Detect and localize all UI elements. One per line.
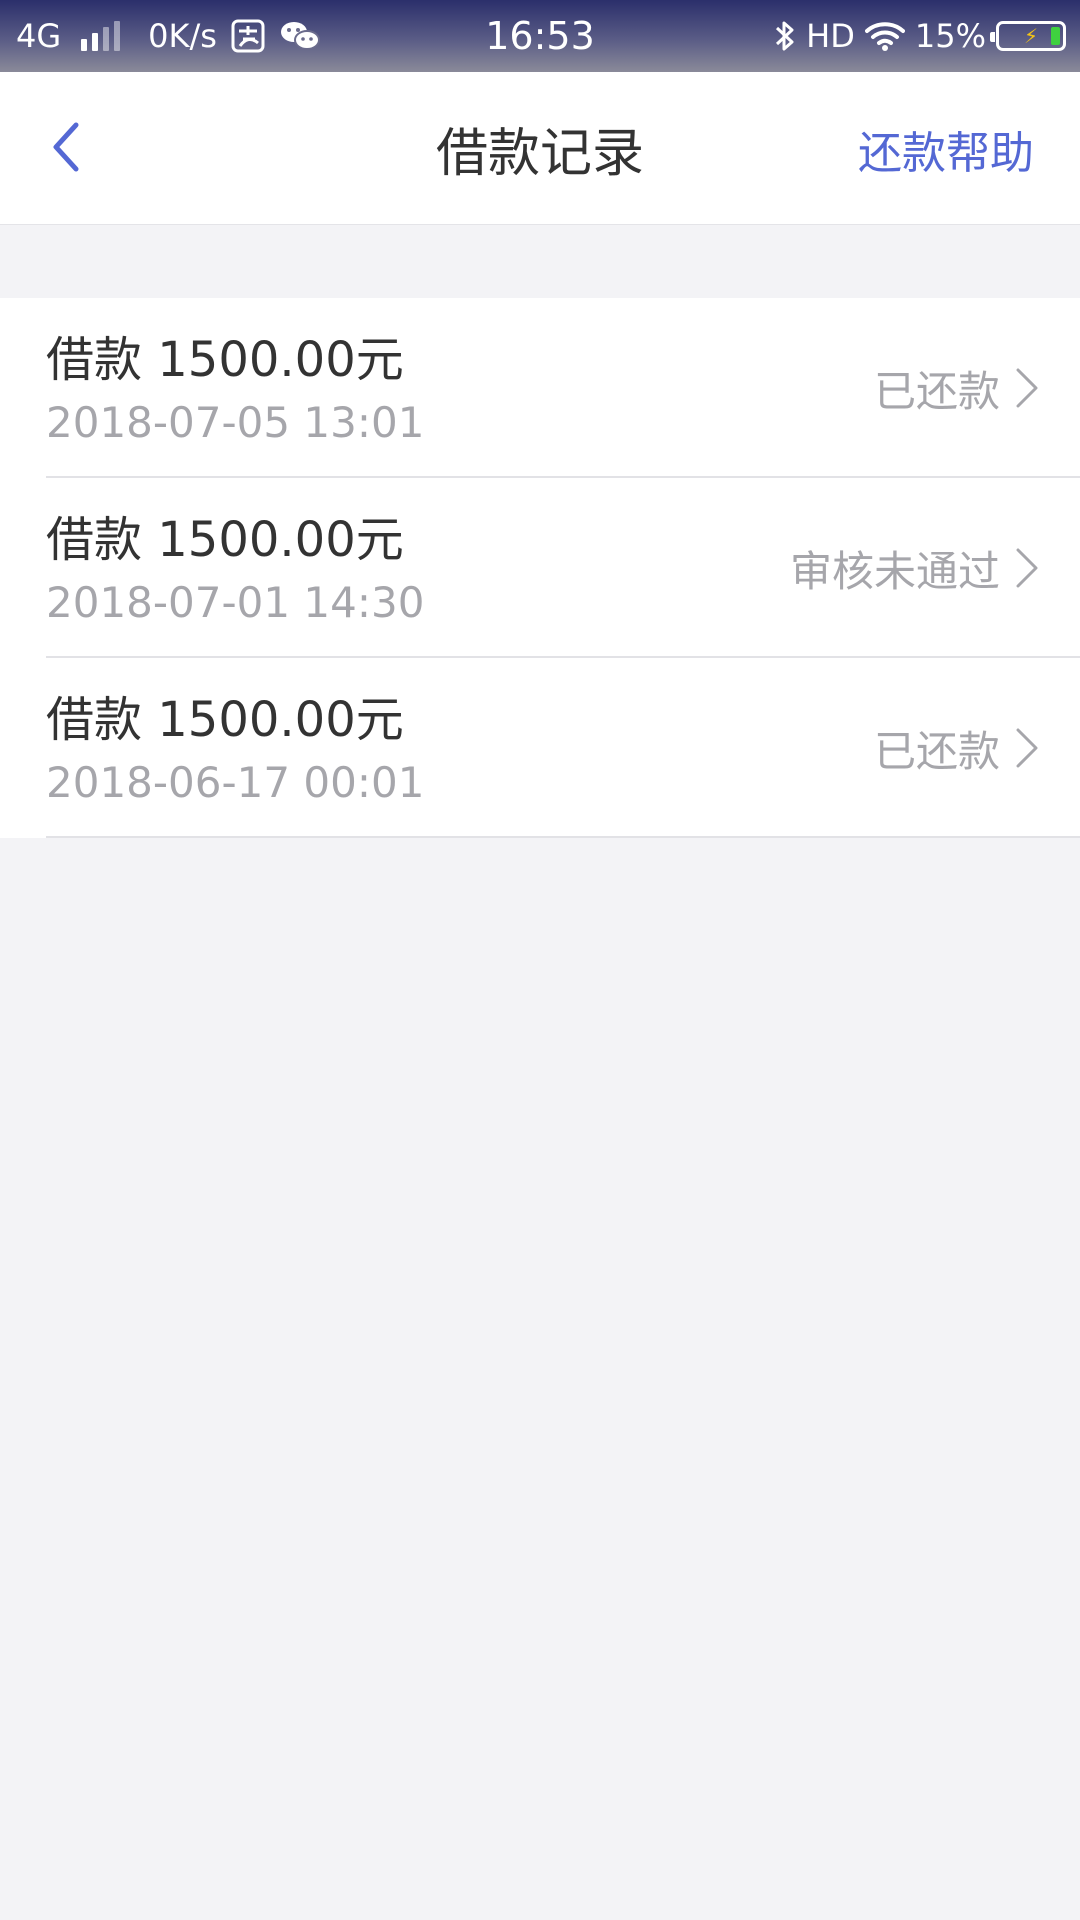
record-status-group: 审核未通过 [790, 478, 1040, 658]
status-bar-left: 4G 0K/s [16, 0, 321, 72]
chevron-right-icon [1014, 546, 1040, 590]
chevron-right-icon [1014, 726, 1040, 770]
status-bar: 4G 0K/s 16:53 HD 15% ⚡ [0, 0, 1080, 72]
list-item[interactable]: 借款 1500.00元 2018-06-17 00:01 已还款 [0, 658, 1080, 838]
record-date: 2018-07-05 13:01 [46, 398, 425, 447]
network-speed: 0K/s [148, 17, 217, 55]
record-date: 2018-07-01 14:30 [46, 578, 425, 627]
battery-icon: ⚡ [990, 21, 1066, 51]
record-status: 已还款 [873, 726, 1000, 776]
record-title: 借款 1500.00元 [46, 512, 404, 568]
hd-indicator: HD [806, 17, 855, 55]
charging-bolt-icon: ⚡ [1023, 24, 1039, 48]
loan-records-list: 借款 1500.00元 2018-07-05 13:01 已还款 借款 1500… [0, 298, 1080, 838]
chevron-left-icon [53, 122, 79, 172]
record-status: 审核未通过 [789, 546, 1000, 596]
list-item[interactable]: 借款 1500.00元 2018-07-05 13:01 已还款 [0, 298, 1080, 478]
battery-percent: 15% [914, 17, 986, 55]
wifi-icon [864, 20, 905, 52]
repayment-help-button[interactable]: 还款帮助 [858, 72, 1034, 225]
chevron-right-icon [1014, 366, 1040, 410]
back-button[interactable] [36, 112, 96, 182]
record-date: 2018-06-17 00:01 [46, 758, 425, 807]
wechat-icon [279, 19, 321, 53]
record-status-group: 已还款 [874, 298, 1040, 478]
navigation-bar: 借款记录 还款帮助 [0, 72, 1080, 225]
signal-icon [81, 21, 121, 51]
bluetooth-icon [774, 18, 796, 54]
record-status-group: 已还款 [874, 658, 1040, 838]
alipay-icon [231, 19, 265, 53]
list-item[interactable]: 借款 1500.00元 2018-07-01 14:30 审核未通过 [0, 478, 1080, 658]
record-title: 借款 1500.00元 [46, 692, 404, 748]
status-bar-right: HD 15% ⚡ [774, 0, 1066, 72]
record-status: 已还款 [873, 366, 1000, 416]
record-title: 借款 1500.00元 [46, 332, 404, 388]
network-type: 4G [16, 17, 62, 55]
